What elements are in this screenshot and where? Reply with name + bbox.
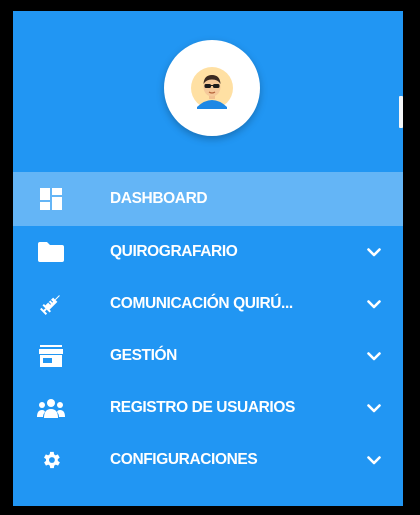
dashboard-icon <box>37 185 65 213</box>
nav-menu: DASHBOARD QUIROGRAFARIO COMUNICACIÓN QUI… <box>13 172 403 486</box>
menu-item-quirografario[interactable]: QUIROGRAFARIO <box>13 226 403 278</box>
store-icon <box>37 342 65 370</box>
menu-item-label: GESTIÓN <box>110 347 177 364</box>
folder-icon <box>37 238 65 266</box>
chevron-down-icon[interactable] <box>365 243 383 261</box>
gear-icon <box>37 446 65 474</box>
sidebar: DASHBOARD QUIROGRAFARIO COMUNICACIÓN QUI… <box>13 11 403 506</box>
chevron-down-icon[interactable] <box>365 295 383 313</box>
people-icon <box>37 394 65 422</box>
menu-item-comunicacion-quirurgica[interactable]: COMUNICACIÓN QUIRÚ... <box>13 278 403 330</box>
menu-item-label: COMUNICACIÓN QUIRÚ... <box>110 295 293 312</box>
menu-item-label: QUIROGRAFARIO <box>110 243 238 260</box>
menu-item-registro-usuarios[interactable]: REGISTRO DE USUARIOS <box>13 382 403 434</box>
scrollbar-thumb[interactable] <box>399 96 403 128</box>
chevron-down-icon[interactable] <box>365 399 383 417</box>
window-frame: DASHBOARD QUIROGRAFARIO COMUNICACIÓN QUI… <box>0 0 420 515</box>
menu-item-label: REGISTRO DE USUARIOS <box>110 399 295 416</box>
menu-item-configuraciones[interactable]: CONFIGURACIONES <box>13 434 403 486</box>
avatar[interactable] <box>164 40 260 136</box>
chevron-down-icon[interactable] <box>365 451 383 469</box>
menu-item-label: DASHBOARD <box>110 190 208 207</box>
syringe-icon <box>37 290 65 318</box>
menu-item-dashboard[interactable]: DASHBOARD <box>13 172 403 226</box>
menu-item-label: CONFIGURACIONES <box>110 451 258 468</box>
chevron-down-icon[interactable] <box>365 347 383 365</box>
menu-item-gestion[interactable]: GESTIÓN <box>13 330 403 382</box>
user-avatar-icon <box>191 67 233 109</box>
